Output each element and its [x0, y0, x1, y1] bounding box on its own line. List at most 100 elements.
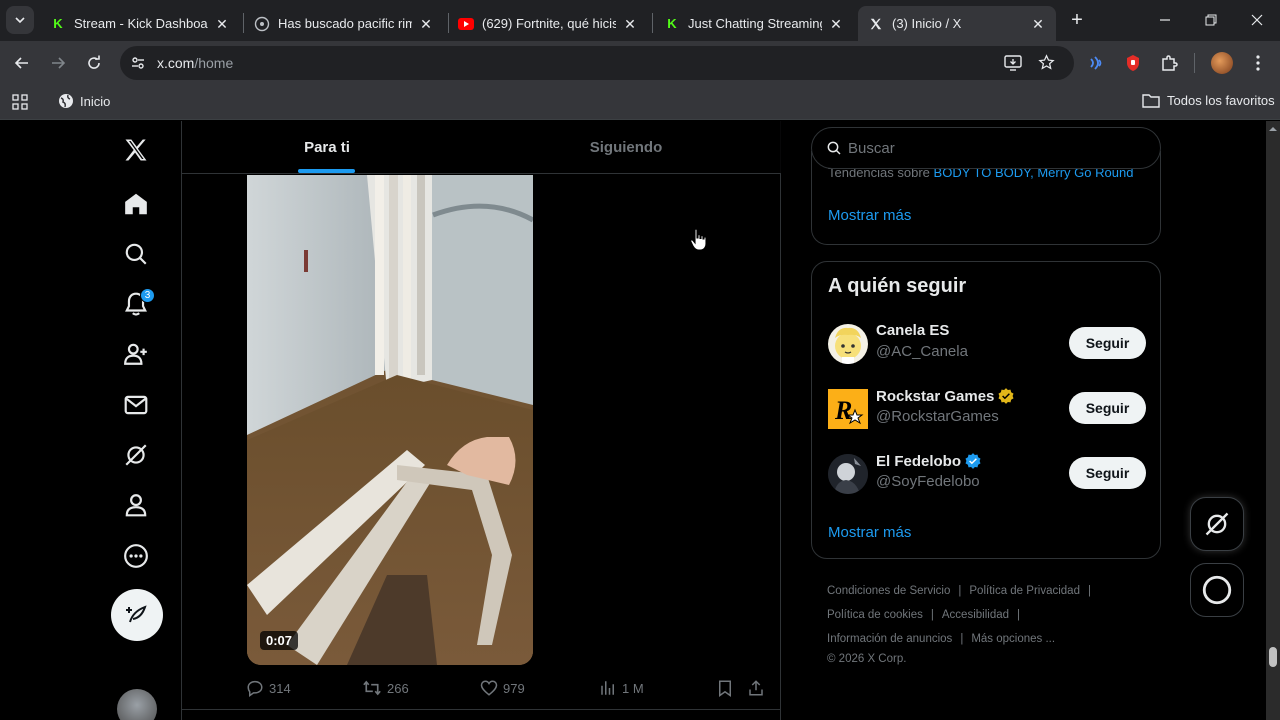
page-scrollbar[interactable]: [1266, 121, 1280, 720]
install-app-icon[interactable]: [1004, 55, 1022, 76]
show-more-suggestions-link[interactable]: Mostrar más: [828, 524, 911, 541]
suggestion-rockstar[interactable]: R Rockstar Games @RockstarGames Seguir: [828, 387, 1146, 433]
site-info-icon[interactable]: [130, 55, 146, 76]
bookmark-button[interactable]: [716, 677, 734, 699]
x-logo-link[interactable]: [111, 125, 161, 175]
browser-tab-search[interactable]: Has buscado pacific rim - ✕: [244, 6, 444, 41]
x-page: 3 0:07 314 266 979 1 M Para ti Siguiendo…: [0, 121, 1266, 720]
more-options-link[interactable]: Más opciones ...: [971, 633, 1055, 645]
new-tab-button[interactable]: +: [1062, 8, 1092, 32]
suggestion-canela[interactable]: Canela ES @AC_Canela Seguir: [828, 322, 1146, 368]
privacy-link[interactable]: Política de Privacidad: [969, 585, 1080, 597]
back-button[interactable]: [8, 49, 36, 77]
close-icon: [1251, 14, 1263, 26]
scroll-up-arrow-icon[interactable]: [1266, 124, 1280, 134]
forward-button[interactable]: [44, 49, 72, 77]
browser-tab-strip: K Stream - Kick Dashboard ✕ Has buscado …: [0, 0, 1280, 41]
suggestion-fedelobo[interactable]: El Fedelobo @SoyFedelobo Seguir: [828, 452, 1146, 498]
extensions-button[interactable]: [1155, 49, 1183, 77]
search-icon: [125, 243, 147, 265]
terms-link[interactable]: Condiciones de Servicio: [827, 585, 950, 597]
reply-count: 314: [269, 680, 291, 696]
close-tab-icon[interactable]: ✕: [1030, 16, 1046, 32]
browser-tab-youtube[interactable]: (629) Fortnite, qué hiciste ✕: [448, 6, 648, 41]
browser-menu-button[interactable]: [1244, 49, 1272, 77]
nav-grok[interactable]: [111, 430, 161, 480]
share-button[interactable]: [747, 677, 765, 699]
user-icon: [125, 494, 147, 517]
follow-button[interactable]: Seguir: [1069, 392, 1146, 424]
who-to-follow-panel: A quién seguir Canela ES @AC_Canela Segu…: [811, 261, 1161, 559]
footer-links: Condiciones de Servicio | Política de Priv…: [827, 579, 1157, 667]
nav-explore[interactable]: [111, 229, 161, 279]
restore-window-button[interactable]: [1196, 8, 1226, 32]
compose-post-button[interactable]: [111, 589, 163, 641]
hand-cursor-icon: [690, 228, 707, 251]
browser-tab-just-chatting[interactable]: K Just Chatting Streaming - ✕: [654, 6, 854, 41]
reload-button[interactable]: [80, 49, 108, 77]
search-input[interactable]: Buscar: [811, 127, 1161, 169]
apps-grid-icon[interactable]: [12, 94, 28, 113]
who-to-follow-title: A quién seguir: [828, 275, 967, 297]
suggestion-name: El Fedelobo: [876, 452, 982, 470]
reload-icon: [88, 55, 100, 69]
extension-shield-button[interactable]: [1119, 49, 1147, 77]
cookies-link[interactable]: Política de cookies: [827, 609, 923, 621]
views-button[interactable]: 1 M: [599, 677, 644, 699]
messages-floating-button[interactable]: [1190, 563, 1244, 617]
tab-title: Has buscado pacific rim -: [278, 16, 412, 31]
post-video[interactable]: 0:07: [247, 175, 533, 665]
close-tab-icon[interactable]: ✕: [622, 16, 638, 32]
follow-button[interactable]: Seguir: [1069, 327, 1146, 359]
scrollbar-thumb[interactable]: [1269, 647, 1277, 667]
ads-info-link[interactable]: Información de anuncios: [827, 633, 952, 645]
close-tab-icon[interactable]: ✕: [418, 16, 434, 32]
repost-button[interactable]: 266: [362, 677, 409, 699]
accessibility-link[interactable]: Accesibilidad: [942, 609, 1009, 621]
tab-label: Siguiendo: [589, 139, 663, 156]
bookmark-icon: [719, 680, 731, 697]
url-path: /home: [194, 55, 234, 71]
timeline-tabs: Para ti Siguiendo: [182, 121, 781, 174]
nav-messages[interactable]: [111, 380, 161, 430]
follow-button[interactable]: Seguir: [1069, 457, 1146, 489]
tab-title: (629) Fortnite, qué hiciste: [482, 16, 616, 31]
grok-floating-button[interactable]: [1190, 497, 1244, 551]
sidebar-column: Tendencias sobre BODY TO BODY, Merry Go …: [811, 121, 1161, 720]
nav-more[interactable]: [111, 531, 161, 581]
nav-home[interactable]: [111, 179, 161, 229]
browser-tab-x-home[interactable]: (3) Inicio / X ✕: [858, 6, 1056, 41]
reply-button[interactable]: 314: [246, 677, 291, 699]
grok-icon: [1205, 512, 1229, 536]
minimize-window-button[interactable]: [1150, 8, 1180, 32]
home-timeline: 0:07 314 266 979 1 M Para ti Siguiendo: [181, 121, 781, 720]
search-icon: [827, 141, 841, 155]
close-tab-icon[interactable]: ✕: [214, 16, 230, 32]
bookmark-inicio[interactable]: Inicio: [58, 93, 110, 109]
account-avatar[interactable]: [117, 689, 157, 720]
show-more-trends-link[interactable]: Mostrar más: [828, 207, 911, 224]
arrow-right-icon: [52, 57, 66, 69]
browser-tab-kick-dashboard[interactable]: K Stream - Kick Dashboard ✕: [40, 6, 240, 41]
nav-follow[interactable]: [111, 329, 161, 379]
profile-button[interactable]: [1208, 49, 1236, 77]
like-count: 979: [503, 680, 525, 696]
all-bookmarks-button[interactable]: Todos los favoritos: [1142, 93, 1275, 108]
bookmark-star-icon[interactable]: [1038, 54, 1055, 76]
display-name: Rockstar Games: [876, 387, 995, 405]
nav-notifications[interactable]: 3: [111, 279, 161, 329]
bookmark-label: Inicio: [80, 93, 111, 109]
tab-siguiendo[interactable]: Siguiendo: [478, 121, 774, 174]
tab-search-button[interactable]: [6, 6, 34, 34]
nav-profile[interactable]: [111, 480, 161, 530]
suggestion-name: Rockstar Games: [876, 387, 1015, 405]
tab-para-ti[interactable]: Para ti: [182, 121, 472, 174]
address-bar[interactable]: x.com/home: [120, 46, 1074, 80]
user-handle: @AC_Canela: [876, 343, 968, 360]
like-button[interactable]: 979: [480, 677, 525, 699]
suggestion-name: Canela ES: [876, 322, 949, 339]
close-window-button[interactable]: [1242, 8, 1272, 32]
close-tab-icon[interactable]: ✕: [828, 16, 844, 32]
tab-title: Just Chatting Streaming -: [688, 16, 822, 31]
extension-wifi-button[interactable]: [1082, 49, 1110, 77]
